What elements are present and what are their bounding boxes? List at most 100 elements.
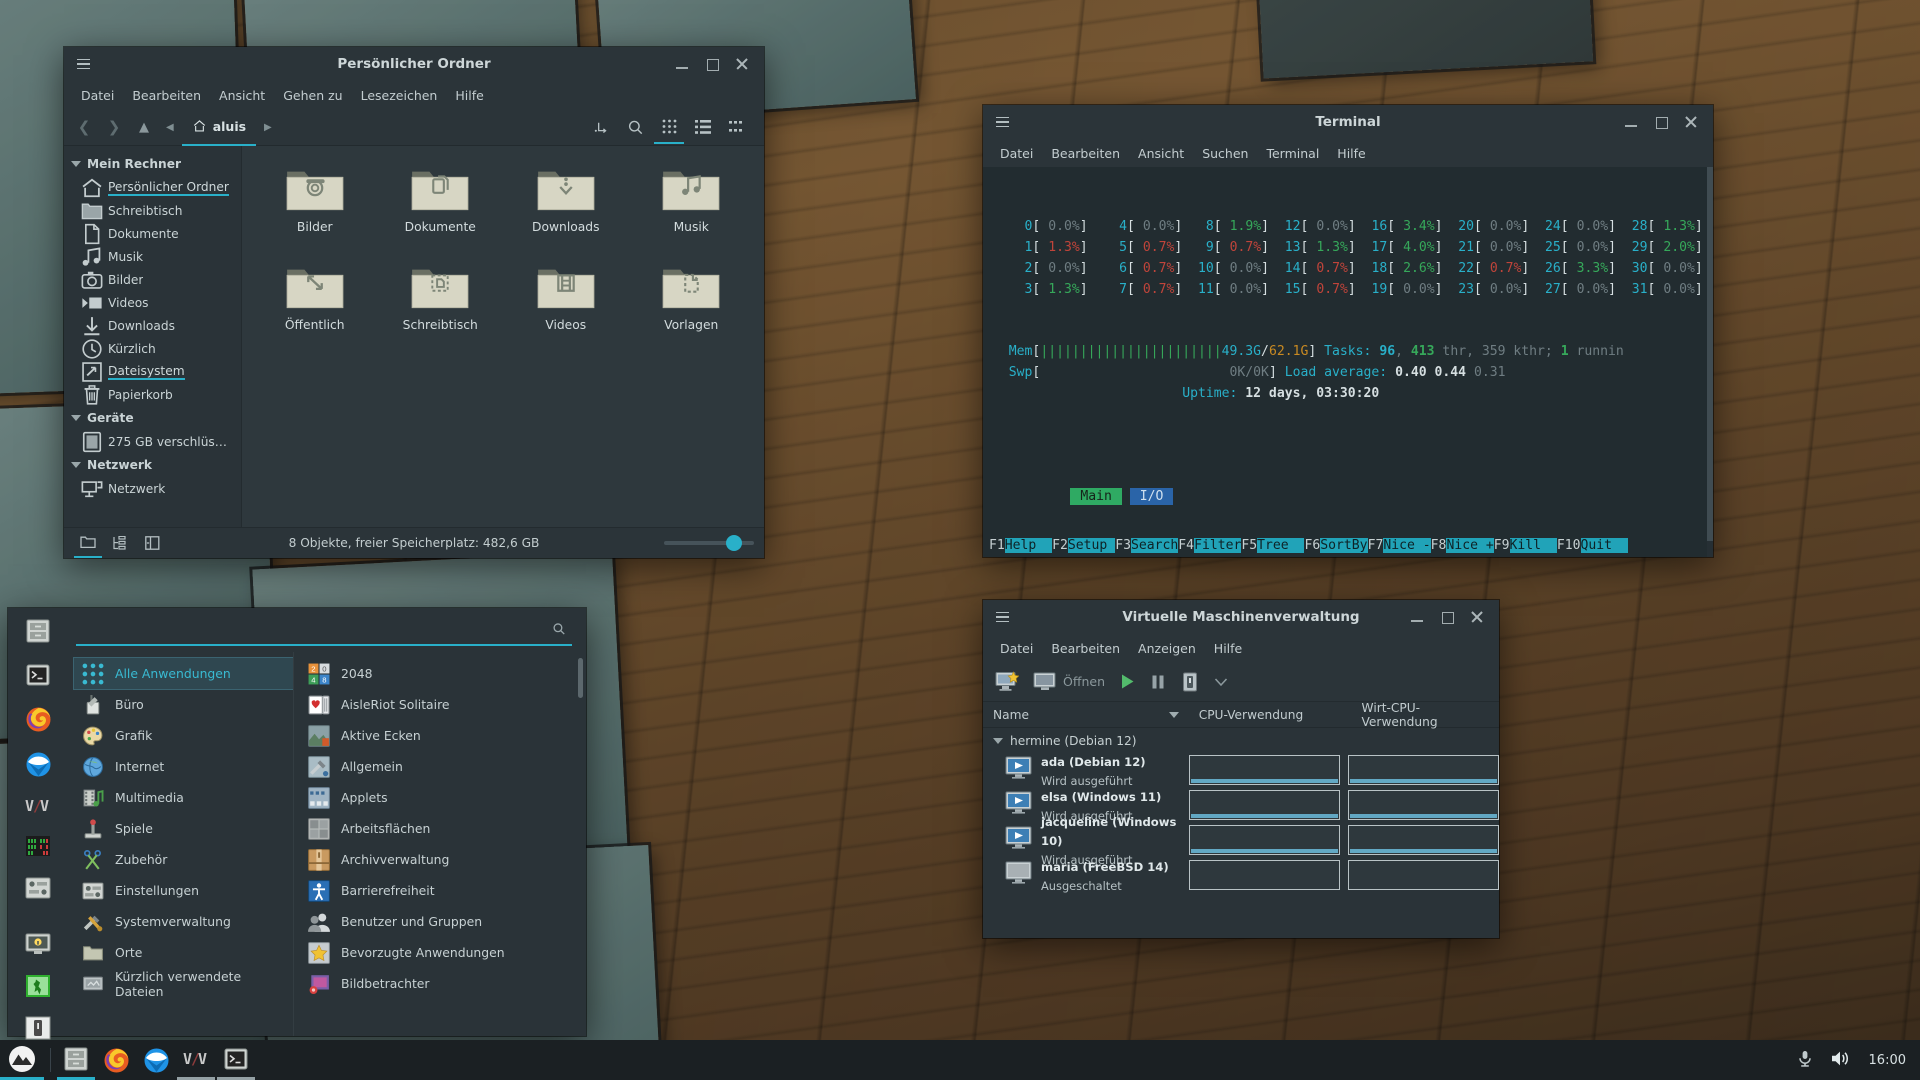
file-item-downloads[interactable]: Downloads <box>503 162 629 234</box>
menu-app-arbeitsflächen[interactable]: Arbeitsflächen <box>300 813 586 844</box>
htop-tab-io[interactable]: I/O <box>1130 488 1174 505</box>
menu-app-archivverwaltung[interactable]: Archivverwaltung <box>300 844 586 875</box>
minimize-icon[interactable] <box>674 56 690 72</box>
virt-manager-window[interactable]: Virtuelle Maschinenverwaltung Datei Bear… <box>983 600 1499 938</box>
vm-row[interactable]: ada (Debian 12)Wird ausgeführt <box>983 752 1499 787</box>
column-name[interactable]: Name <box>983 708 1189 722</box>
menu-category-multimedia[interactable]: Multimedia <box>74 782 293 813</box>
sidebar-item-dateisystem[interactable]: Dateisystem <box>64 360 241 383</box>
file-manager-window[interactable]: Persönlicher Ordner Datei Bearbeiten Ans… <box>64 47 764 558</box>
expand-triangle-icon[interactable] <box>71 161 81 167</box>
start-menu-button[interactable] <box>0 1040 44 1080</box>
menu-gehen-zu[interactable]: Gehen zu <box>274 85 351 106</box>
system-tray[interactable]: 16:00 <box>1797 1050 1920 1071</box>
back-icon[interactable]: ❮ <box>70 113 98 141</box>
sidebar-item-papierkorb[interactable]: Papierkorb <box>64 383 241 406</box>
virt-manager-toolbar[interactable]: Öffnen <box>983 662 1499 702</box>
menu-datei[interactable]: Datei <box>991 638 1042 659</box>
virt-manager-menubar[interactable]: Datei Bearbeiten Anzeigen Hilfe <box>983 634 1499 662</box>
htop-output[interactable]: 0[ 0.0%] 4[ 0.0%] 8[ 1.9%] 12[ 0.0%] 16[… <box>983 167 1713 557</box>
menu-app-aisleriot-solitaire[interactable]: AisleRiot Solitaire <box>300 689 586 720</box>
virt-manager-vm-list[interactable]: hermine (Debian 12) ada (Debian 12)Wird … <box>983 728 1499 938</box>
menu-ansicht[interactable]: Ansicht <box>1129 143 1193 164</box>
maximize-icon[interactable] <box>704 56 720 72</box>
vm-row[interactable]: maria (FreeBSD 14)Ausgeschaltet <box>983 857 1499 892</box>
menu-icon[interactable] <box>989 604 1015 630</box>
file-manager-titlebar[interactable]: Persönlicher Ordner <box>64 47 764 81</box>
menu-category-list[interactable]: Alle AnwendungenBüroGrafikInternetMultim… <box>68 652 293 1036</box>
microphone-icon[interactable] <box>1797 1050 1813 1071</box>
file-manager-menubar[interactable]: Datei Bearbeiten Ansicht Gehen zu Leseze… <box>64 81 764 109</box>
menu-category-grafik[interactable]: Grafik <box>74 720 293 751</box>
vm-row[interactable]: jacqueline (Windows 10)Wird ausgeführt <box>983 822 1499 857</box>
forward-icon[interactable]: ❯ <box>100 113 128 141</box>
volume-icon[interactable] <box>1831 1050 1851 1071</box>
taskbar-terminal-icon[interactable] <box>217 1040 255 1080</box>
sidebar-item-persönlicher-ordner[interactable]: Persönlicher Ordner <box>64 176 241 199</box>
close-icon[interactable] <box>1469 609 1485 625</box>
menu-category-alle-anwendungen[interactable]: Alle Anwendungen <box>74 658 293 689</box>
htop-fkey-label[interactable]: Nice + <box>1446 538 1493 553</box>
sidebar-item-kürzlich[interactable]: Kürzlich <box>64 337 241 360</box>
sidebar-item-videos[interactable]: Videos <box>64 291 241 314</box>
htop-fkey-label[interactable]: Kill <box>1510 538 1557 553</box>
menu-lesezeichen[interactable]: Lesezeichen <box>352 85 447 106</box>
menu-app-aktive-ecken[interactable]: Aktive Ecken <box>300 720 586 751</box>
view-as-folder-icon[interactable] <box>74 529 102 558</box>
vm-connection-group[interactable]: hermine (Debian 12) <box>983 732 1499 752</box>
taskbar-file-manager-icon[interactable] <box>57 1040 95 1080</box>
search-icon[interactable] <box>620 110 650 144</box>
menu-bearbeiten[interactable]: Bearbeiten <box>123 85 210 106</box>
taskbar-launchers[interactable]: V/V <box>57 1040 255 1080</box>
sidebar-item-musik[interactable]: Musik <box>64 245 241 268</box>
menu-icon[interactable] <box>989 109 1015 135</box>
virt-manager-titlebar[interactable]: Virtuelle Maschinenverwaltung <box>983 600 1499 634</box>
path-scroll-right-icon[interactable]: ▶ <box>258 122 278 133</box>
file-item-schreibtisch[interactable]: Schreibtisch <box>378 260 504 332</box>
terminal-titlebar[interactable]: Terminal <box>983 105 1713 139</box>
terminal-scrollbar[interactable] <box>1707 167 1713 557</box>
menu-hilfe[interactable]: Hilfe <box>1205 638 1251 659</box>
clock[interactable]: 16:00 <box>1869 1053 1906 1068</box>
file-manager-sidebar[interactable]: Mein RechnerPersönlicher OrdnerSchreibti… <box>64 146 242 527</box>
htop-function-keys[interactable]: F1Help F2Setup F3SearchF4FilterF5Tree F6… <box>983 536 1713 557</box>
menu-datei[interactable]: Datei <box>72 85 123 106</box>
sidebar-item-275-gb-verschlüsselt[interactable]: 275 GB verschlüsselt <box>64 430 241 453</box>
expand-triangle-icon[interactable] <box>71 462 81 468</box>
new-vm-icon[interactable] <box>995 671 1019 693</box>
menu-category-büro[interactable]: Büro <box>74 689 293 720</box>
menu-datei[interactable]: Datei <box>991 143 1042 164</box>
file-item-dokumente[interactable]: Dokumente <box>378 162 504 234</box>
pause-vm-icon[interactable] <box>1150 674 1166 690</box>
logout-icon[interactable] <box>25 974 51 1002</box>
zoom-slider[interactable] <box>664 541 754 545</box>
file-manager-pathbar[interactable]: ❮ ❯ ▲ ◀ aluis ▶ <box>64 109 764 146</box>
menu-app-2048[interactable]: 20482048 <box>300 658 586 689</box>
htop-fkey-label[interactable]: Nice - <box>1383 538 1430 553</box>
sidebar-group-geräte[interactable]: Geräte <box>64 406 241 430</box>
menu-app-bildbetrachter[interactable]: Bildbetrachter <box>300 968 586 999</box>
menu-search-row[interactable] <box>68 608 586 652</box>
file-item-öffentlich[interactable]: Öffentlich <box>252 260 378 332</box>
taskbar-thunderbird-icon[interactable] <box>137 1040 175 1080</box>
sidebar-group-mein-rechner[interactable]: Mein Rechner <box>64 152 241 176</box>
menu-app-applets[interactable]: Applets <box>300 782 586 813</box>
menu-app-bevorzugte-anwendungen[interactable]: Bevorzugte Anwendungen <box>300 937 586 968</box>
menu-app-allgemein[interactable]: Allgemein <box>300 751 586 782</box>
view-compact-icon[interactable] <box>722 110 752 144</box>
htop-tab-main[interactable]: Main <box>1070 488 1122 505</box>
sidebar-item-schreibtisch[interactable]: Schreibtisch <box>64 199 241 222</box>
htop-icon[interactable] <box>25 834 51 862</box>
menu-category-zubehör[interactable]: Zubehör <box>74 844 293 875</box>
sidebar-item-netzwerk[interactable]: Netzwerk <box>64 477 241 500</box>
taskbar-virtualmachine-icon[interactable]: V/V <box>177 1040 215 1080</box>
htop-fkey-label[interactable]: Setup <box>1068 538 1115 553</box>
terminal-window[interactable]: Terminal Datei Bearbeiten Ansicht Suchen… <box>983 105 1713 557</box>
settings-icon[interactable] <box>25 876 51 904</box>
menu-bearbeiten[interactable]: Bearbeiten <box>1042 638 1129 659</box>
htop-fkey-label[interactable]: SortBy <box>1320 538 1367 553</box>
zoom-slider-knob[interactable] <box>726 535 742 551</box>
sidebar-item-dokumente[interactable]: Dokumente <box>64 222 241 245</box>
sidebar-group-netzwerk[interactable]: Netzwerk <box>64 453 241 477</box>
path-scroll-left-icon[interactable]: ◀ <box>160 122 180 133</box>
